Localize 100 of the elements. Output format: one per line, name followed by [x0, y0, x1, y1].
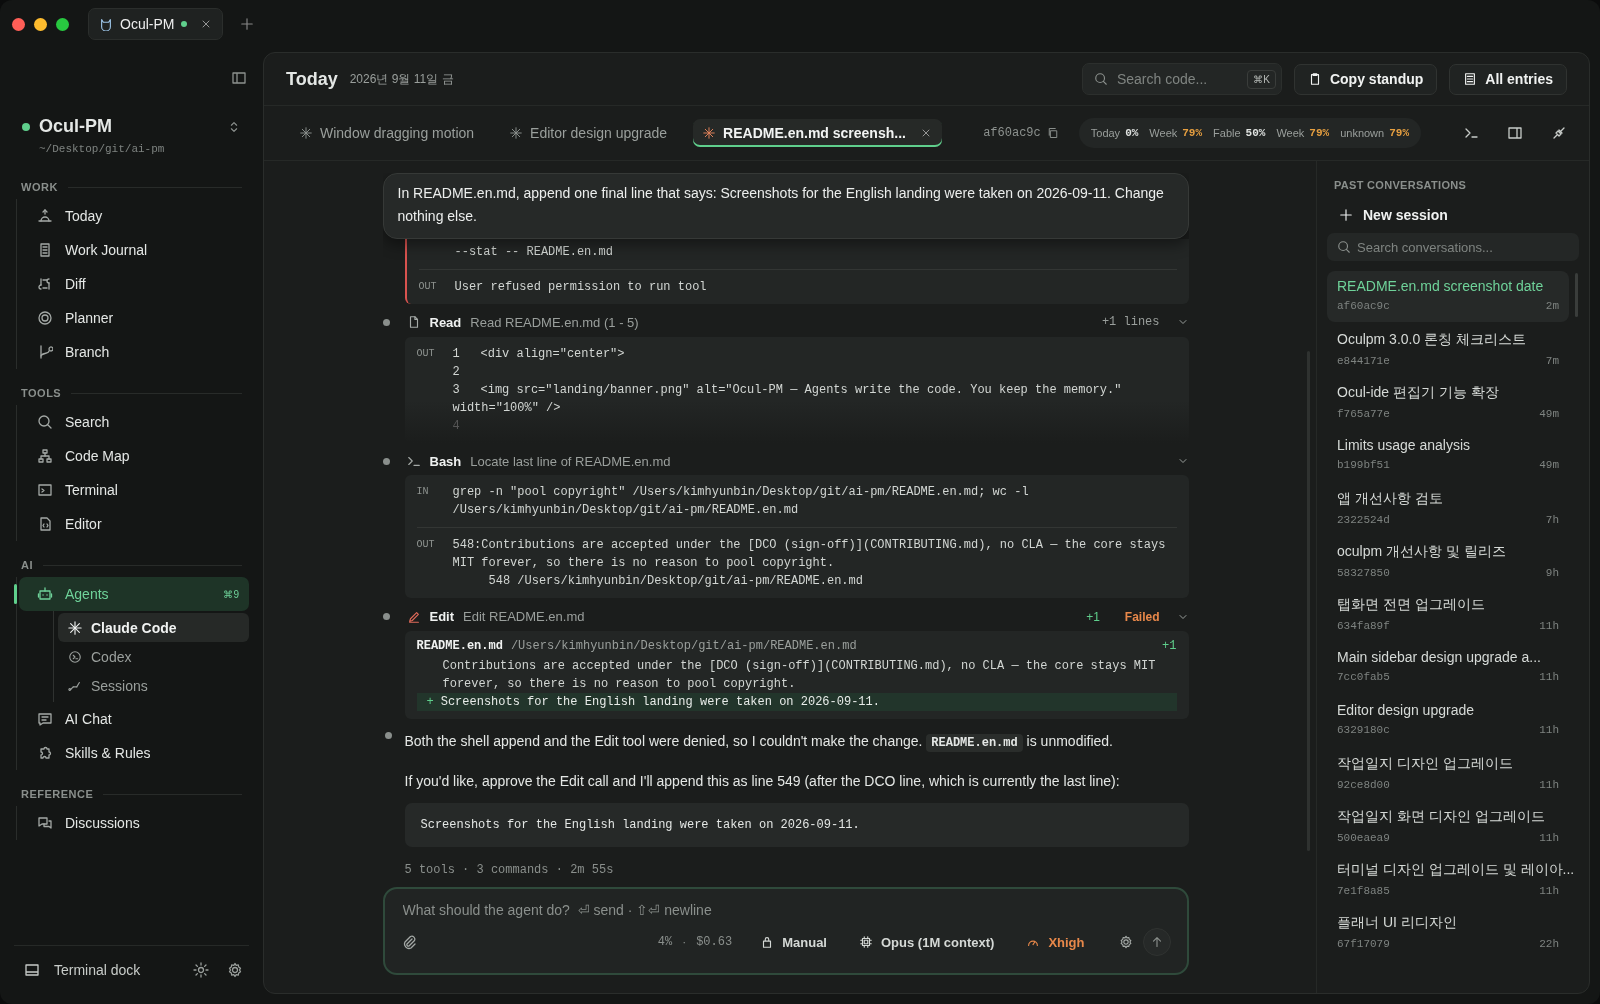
- sidebar-item[interactable]: Discussions: [19, 806, 249, 840]
- sidebar-toggle-icon[interactable]: [231, 70, 247, 86]
- io-label: OUT: [416, 346, 436, 361]
- close-button[interactable]: [12, 17, 25, 31]
- sidebar-subitem[interactable]: Codex: [58, 642, 249, 671]
- conversation-item[interactable]: README.en.md screenshot date af60ac9c 2m: [1327, 271, 1569, 322]
- terminal-dock-button[interactable]: Terminal dock: [24, 962, 175, 978]
- search-field[interactable]: Search conversations...: [1327, 233, 1579, 261]
- panel-icon: [24, 962, 40, 978]
- nav-icon: [37, 208, 53, 224]
- page-title: Today: [286, 68, 338, 90]
- chip-icon: [859, 935, 873, 949]
- code-line: width="100%" />: [452, 399, 562, 417]
- message-text: If you'd like, approve the Edit call and I'll append this as line 549 (after the DCO line, which is currently the last line):: [404, 772, 1121, 791]
- conversation-item[interactable]: 플래너 UI 리디자인 67f17079 22h: [1327, 907, 1569, 958]
- list-icon: [1463, 72, 1478, 86]
- terminal-icon: [406, 454, 421, 468]
- conversation-item[interactable]: 작업일지 디자인 업그레이드 92ce8d00 11h: [1327, 748, 1569, 799]
- added-count: +1: [1162, 639, 1177, 653]
- run-summary: 5 tools · 3 commands · 2m 55s: [404, 863, 615, 877]
- added-count: +1: [1086, 609, 1100, 624]
- timeline-dot: [384, 732, 392, 739]
- sidebar-item[interactable]: Search: [19, 405, 249, 439]
- nav-icon: [37, 482, 53, 498]
- tool-description: Edit README.en.md: [463, 609, 585, 625]
- sidebar-subitem[interactable]: Sessions: [58, 671, 249, 700]
- conversation-item[interactable]: Limits usage analysis b199bf51 49m: [1327, 430, 1569, 481]
- nav-icon: [37, 448, 53, 464]
- effort-button[interactable]: Xhigh: [1022, 932, 1089, 952]
- line-number: 1: [452, 345, 461, 363]
- diff-line: forever, so there is no reason to pool copyright.: [441, 676, 797, 693]
- sun-icon[interactable]: [193, 962, 209, 978]
- sidebar-item[interactable]: Diff: [19, 267, 249, 301]
- plus-icon: [1339, 208, 1353, 222]
- search-icon: [1337, 240, 1351, 254]
- sidebar-item[interactable]: Code Map: [19, 439, 249, 473]
- link-icon[interactable]: [1551, 125, 1567, 141]
- conversation-item[interactable]: Ocul-ide 편집기 기능 확장 f765a77e 49m: [1327, 377, 1569, 428]
- sidebar-item[interactable]: Editor: [19, 507, 249, 541]
- sidebar-item[interactable]: Terminal: [19, 473, 249, 507]
- sidebar-item[interactable]: Today: [19, 199, 249, 233]
- nav-icon: [37, 242, 53, 258]
- project-path: ~/Desktop/git/ai-pm: [39, 143, 166, 155]
- sparkle-icon: [300, 127, 312, 139]
- copy-icon[interactable]: [1046, 127, 1059, 139]
- sidebar-item[interactable]: Skills & Rules: [19, 736, 249, 770]
- session-tab[interactable]: Editor design upgrade: [500, 119, 678, 147]
- scrollbar[interactable]: [1575, 273, 1578, 317]
- conversation-item[interactable]: 탭화면 전면 업그레이드 634fa89f 11h: [1327, 589, 1569, 640]
- message-text: Both the shell append and the Edit tool were denied, so I couldn't make the change. README.en.md is unmodified.: [404, 731, 1113, 753]
- nav-icon: [37, 516, 53, 532]
- tool-description: Read README.en.md (1 - 5): [470, 314, 639, 330]
- diff-line: Contributions are accepted under the [DCO (sign-off)](CONTRIBUTING.md), no CLA — the core stays MIT: [441, 658, 1157, 675]
- send-button[interactable]: [1142, 928, 1171, 956]
- copy-standup-button[interactable]: Copy standup: [1293, 63, 1438, 95]
- settings-icon[interactable]: [227, 962, 243, 978]
- conversation-item[interactable]: 앱 개선사항 검토 2322524d 7h: [1327, 483, 1569, 534]
- prompt-input[interactable]: What should the agent do? ⏎ send · ⇧⏎ newline: [400, 901, 1171, 919]
- project-name[interactable]: Ocul-PM: [39, 116, 218, 137]
- section-label: PAST CONVERSATIONS: [1333, 178, 1468, 193]
- all-entries-button[interactable]: All entries: [1449, 63, 1567, 95]
- mode-button[interactable]: Manual: [756, 932, 831, 952]
- sidebar-item[interactable]: Planner: [19, 301, 249, 335]
- sidebar-subitem[interactable]: Claude Code: [58, 613, 249, 642]
- date-label: 2026년 9월 11일 금: [349, 70, 454, 88]
- settings-icon[interactable]: [1118, 935, 1133, 949]
- cat-icon: [99, 17, 113, 31]
- session-tab[interactable]: Window dragging motion: [290, 119, 485, 147]
- conversation-item[interactable]: Oculpm 3.0.0 론칭 체크리스트 e844171e 7m: [1327, 324, 1569, 375]
- model-button[interactable]: Opus (1M context): [855, 932, 999, 952]
- pencil-icon: [406, 609, 421, 624]
- line-number: 2: [452, 363, 461, 381]
- code-block: Screenshots for the English landing were taken on 2026-09-11.: [404, 803, 1189, 847]
- zoom-button[interactable]: [56, 17, 69, 31]
- window-tab[interactable]: Ocul-PM: [88, 8, 224, 40]
- diff-marker: +: [426, 694, 434, 711]
- nav-icon: [37, 344, 53, 360]
- split-panel-icon[interactable]: [1507, 125, 1523, 141]
- conversation-item[interactable]: Main sidebar design upgrade a... 7cc0fab5 11h: [1327, 642, 1569, 693]
- output-line: User refused permission to run tool: [454, 279, 707, 296]
- context-usage: 4%: [657, 935, 673, 949]
- tool-name: Read: [429, 314, 462, 330]
- conversation-item[interactable]: oculpm 개선사항 및 릴리즈 58327850 9h: [1327, 536, 1569, 587]
- section-label: TOOLS: [21, 387, 62, 399]
- sidebar-item[interactable]: Work Journal: [19, 233, 249, 267]
- conversation-item[interactable]: 작업일지 화면 디자인 업그레이드 500eaea9 11h: [1327, 801, 1569, 852]
- nav-icon: [37, 745, 53, 761]
- session-tab[interactable]: README.en.md screensh...: [693, 119, 942, 147]
- nav-icon: [37, 711, 53, 727]
- output-line: 548:Contributions are accepted under the [DCO (sign-off)](CONTRIBUTING.md), no CLA — the core stays: [452, 537, 1166, 555]
- new-tab-icon[interactable]: [240, 17, 255, 31]
- sidebar-item[interactable]: AI Chat: [19, 702, 249, 736]
- section-label: AI: [21, 559, 33, 571]
- conversation-item[interactable]: Editor design upgrade 6329180c 11h: [1327, 695, 1569, 746]
- sidebar-item[interactable]: Branch: [19, 335, 249, 369]
- io-label: OUT: [416, 538, 436, 553]
- minimize-button[interactable]: [34, 17, 47, 31]
- line-number: 3: [452, 381, 461, 399]
- new-session-button[interactable]: New session: [1327, 197, 1460, 233]
- file-path: /Users/kimhyunbin/Desktop/git/ai-pm/README.en.md: [510, 639, 857, 653]
